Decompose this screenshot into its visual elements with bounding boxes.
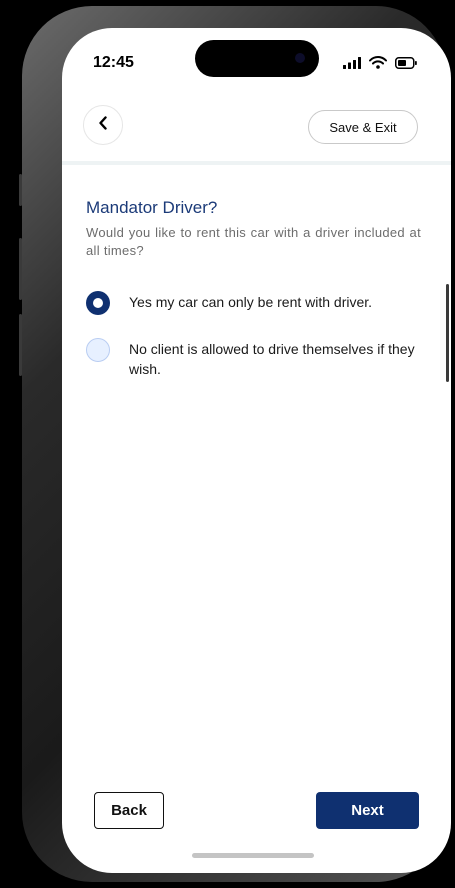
back-nav-button[interactable] <box>83 105 123 145</box>
next-button[interactable]: Next <box>316 792 419 829</box>
radio-unselected[interactable] <box>86 338 110 362</box>
power-button <box>446 284 449 382</box>
cellular-signal-icon <box>343 56 361 74</box>
option-label: Yes my car can only be rent with driver. <box>129 294 373 310</box>
status-icons <box>343 56 417 74</box>
volume-up-button <box>19 238 22 300</box>
action-button <box>19 174 22 206</box>
volume-down-button <box>19 314 22 376</box>
page-subtitle: Would you like to rent this car with a d… <box>86 225 421 258</box>
header-divider <box>62 161 451 165</box>
back-button[interactable]: Back <box>94 792 164 829</box>
wifi-icon <box>369 56 387 74</box>
phone-frame: 12:45 Save & Exit Mandator Driver? Would… <box>19 6 451 882</box>
camera-icon <box>295 53 305 63</box>
battery-icon <box>395 56 417 74</box>
chevron-left-icon <box>98 115 108 135</box>
dynamic-island <box>195 40 319 77</box>
radio-selected[interactable] <box>86 291 110 315</box>
app-screen: 12:45 Save & Exit Mandator Driver? Would… <box>62 28 451 873</box>
option-with-driver[interactable]: Yes my car can only be rent with driver. <box>86 291 429 315</box>
option-label: No client is allowed to drive themselves… <box>129 341 415 377</box>
radio-dot <box>93 298 103 308</box>
option-self-drive[interactable]: No client is allowed to drive themselves… <box>86 338 429 379</box>
save-exit-button[interactable]: Save & Exit <box>308 110 418 144</box>
home-indicator <box>192 853 314 858</box>
page-title: Mandator Driver? <box>86 198 218 217</box>
status-time: 12:45 <box>93 54 134 71</box>
